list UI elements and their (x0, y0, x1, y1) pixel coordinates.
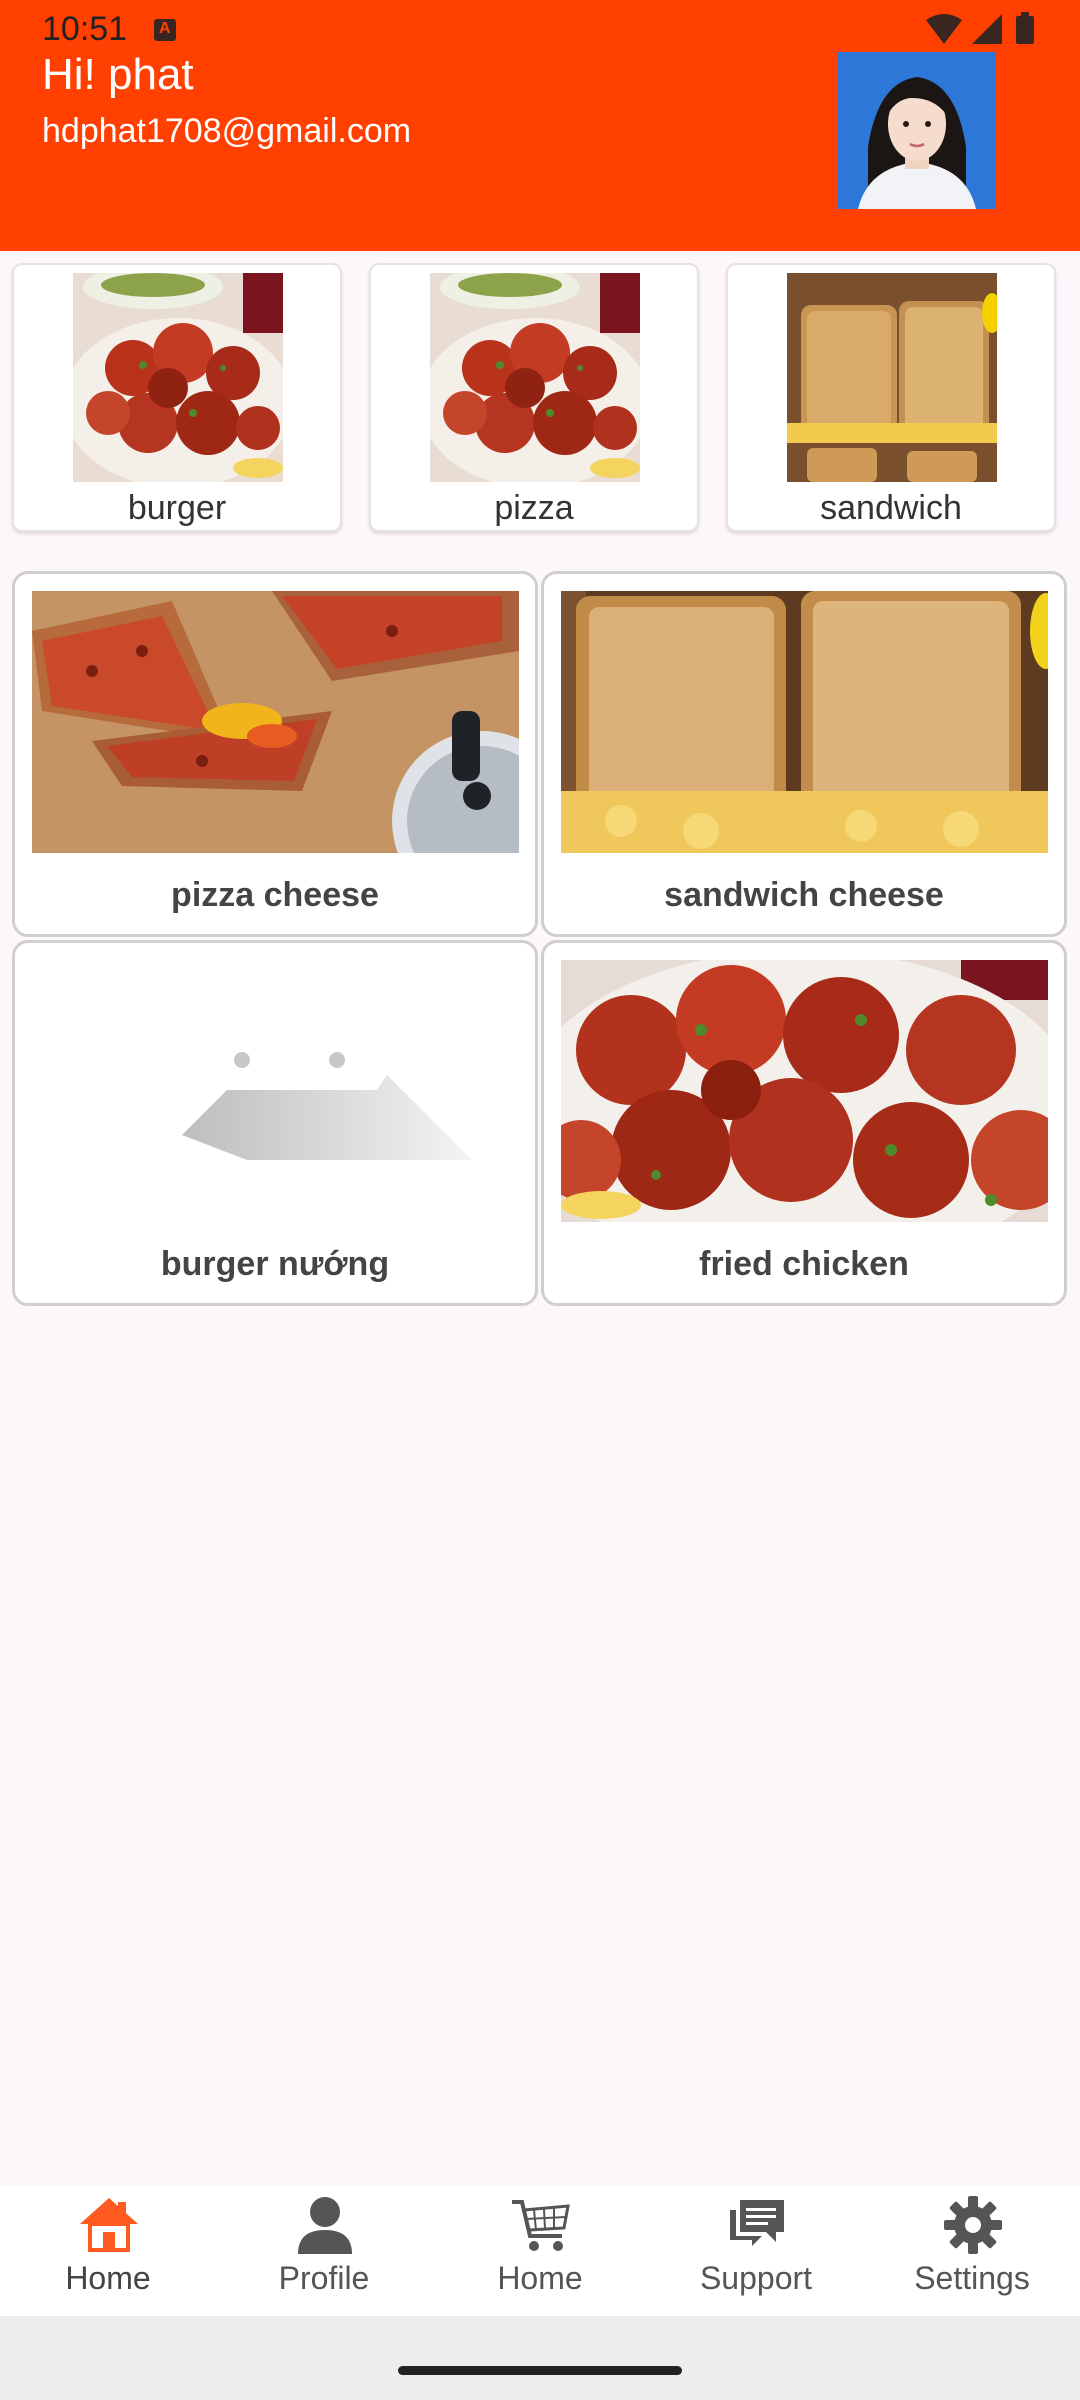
nav-label: Home (65, 2260, 151, 2296)
nav-profile[interactable]: Profile (216, 2186, 432, 2316)
signal-icon (972, 14, 1002, 44)
nav-label: Profile (278, 2260, 370, 2296)
category-image (73, 273, 283, 482)
cart-icon (512, 2200, 570, 2251)
avatar[interactable] (838, 52, 996, 209)
nav-support[interactable]: Support (648, 2186, 864, 2316)
category-label: pizza (494, 489, 574, 527)
product-label: fried chicken (699, 1245, 909, 1283)
category-image (430, 273, 640, 482)
status-icons (926, 12, 1034, 44)
nav-home[interactable]: Home (0, 2186, 216, 2316)
product-card-fried-chicken[interactable]: fried chicken (541, 940, 1067, 1306)
status-time: 10:51 (42, 10, 128, 48)
category-card-sandwich[interactable]: sandwich (726, 263, 1056, 532)
nav-label: Settings (914, 2260, 1030, 2296)
wifi-icon (926, 14, 962, 44)
house-icon (80, 2198, 138, 2252)
greeting-text: Hi! phat (42, 50, 194, 99)
product-card-burger-nuong[interactable]: burger nướng (12, 940, 538, 1306)
category-card-burger[interactable]: burger (12, 263, 342, 532)
product-image (561, 591, 1048, 853)
chat-icon (730, 2200, 784, 2246)
bottom-navigation: Home Profile Home Support Settings (0, 2186, 1080, 2316)
home-gesture-pill[interactable] (398, 2366, 682, 2375)
category-label: burger (127, 489, 227, 527)
product-image (561, 960, 1048, 1222)
category-label: sandwich (820, 489, 962, 527)
user-email: hdphat1708@gmail.com (42, 112, 412, 150)
nav-settings[interactable]: Settings (864, 2186, 1080, 2316)
product-label: burger nướng (160, 1245, 390, 1283)
profile-header: 10:51 Hi! phat hdphat1708@gmail.com (0, 0, 1080, 251)
product-label: sandwich cheese (664, 876, 944, 914)
nav-label: Support (699, 2260, 813, 2296)
battery-icon (1016, 12, 1034, 44)
person-icon (298, 2197, 352, 2254)
product-image-placeholder (32, 960, 519, 1222)
product-image (32, 591, 519, 853)
notification-icon (154, 19, 176, 41)
nav-label: Home (497, 2260, 583, 2296)
category-card-pizza[interactable]: pizza (369, 263, 699, 532)
product-card-sandwich-cheese[interactable]: sandwich cheese (541, 571, 1067, 937)
gear-icon (944, 2196, 1002, 2254)
system-navigation-bar (0, 2316, 1080, 2400)
product-label: pizza cheese (171, 876, 379, 914)
product-card-pizza-cheese[interactable]: pizza cheese (12, 571, 538, 937)
category-image (787, 273, 997, 482)
nav-cart[interactable]: Home (432, 2186, 648, 2316)
